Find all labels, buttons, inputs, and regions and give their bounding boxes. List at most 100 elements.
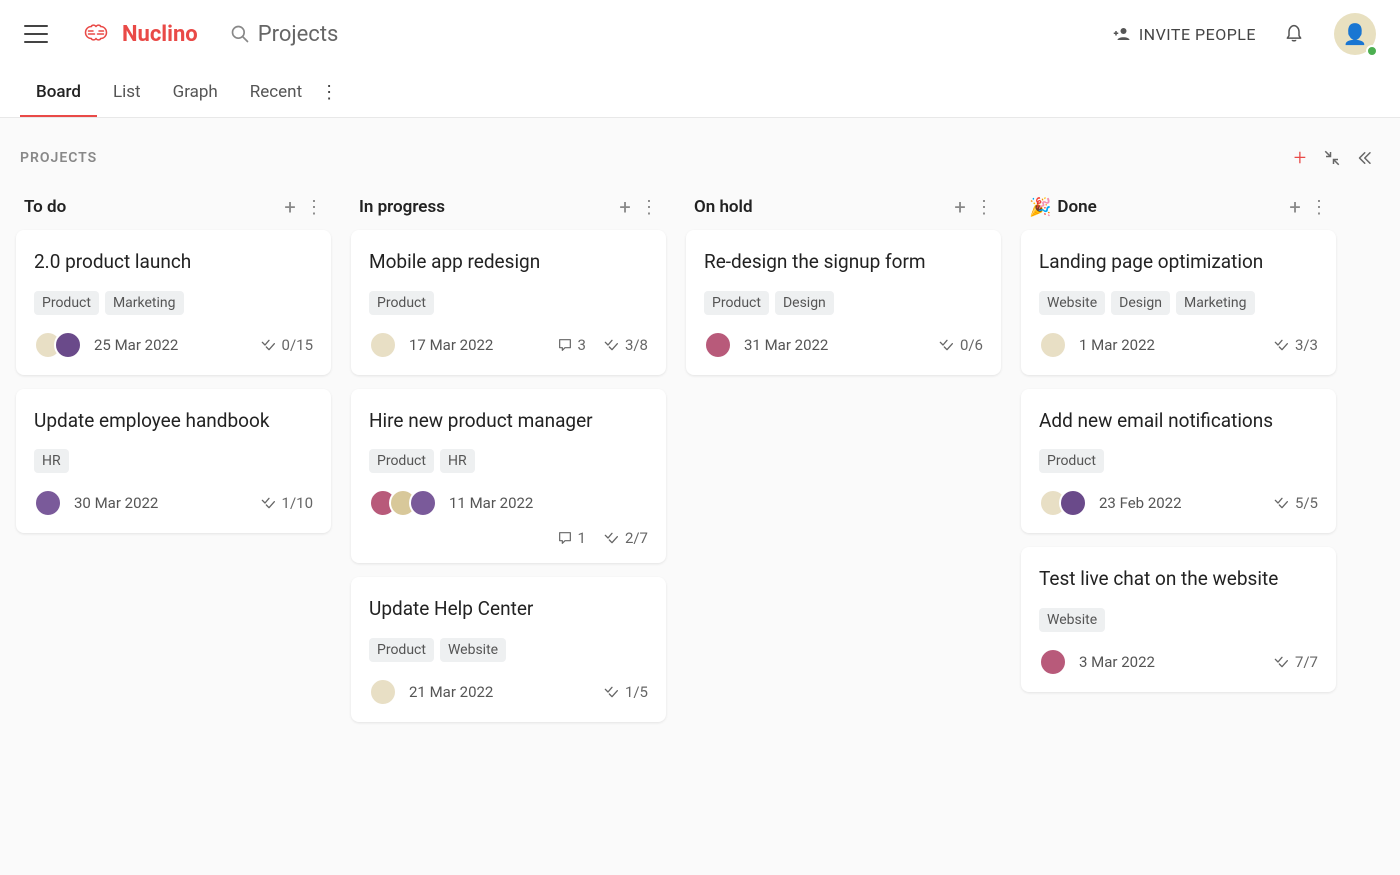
avatar — [369, 331, 397, 359]
column-header: To do+ — [12, 182, 335, 230]
avatar — [369, 678, 397, 706]
card[interactable]: Update Help CenterProductWebsite21 Mar 2… — [351, 577, 666, 722]
column-add-card-button[interactable]: + — [947, 194, 973, 220]
tab-recent[interactable]: Recent — [234, 68, 318, 117]
card-date: 23 Feb 2022 — [1099, 494, 1182, 512]
card[interactable]: Update employee handbook HR 30 Mar 2022 1/1… — [16, 389, 331, 534]
board-topbar: PROJECTS + — [0, 126, 1400, 182]
card-meta: 23 Feb 20225/5 — [1039, 489, 1318, 517]
column-more-icon[interactable] — [638, 194, 660, 220]
tab-board[interactable]: Board — [20, 68, 97, 117]
tag: Website — [1039, 608, 1105, 632]
card-meta: 3 Mar 20227/7 — [1039, 648, 1318, 676]
tag: Design — [775, 291, 834, 315]
column-title: On hold — [694, 197, 753, 217]
avatar — [54, 331, 82, 359]
avatar — [409, 489, 437, 517]
card[interactable]: Test live chat on the website Website 3 Ma… — [1021, 547, 1336, 692]
card[interactable]: 2.0 product launch ProductMarketing 25 Mar… — [16, 230, 331, 375]
card-tags: ProductHR — [369, 449, 648, 473]
card-title: Hire new product manager — [369, 409, 648, 434]
card-meta: 31 Mar 20220/6 — [704, 331, 983, 359]
brain-icon — [84, 22, 114, 46]
column-on-hold: On hold + Re-design the signup form Product… — [676, 182, 1011, 736]
search-box[interactable]: Projects — [230, 22, 339, 47]
avatar — [34, 489, 62, 517]
card-date: 25 Mar 2022 — [94, 336, 178, 354]
add-column-button[interactable]: + — [1284, 142, 1316, 174]
board-title: PROJECTS — [20, 150, 97, 166]
card-meta: 25 Mar 20220/15 — [34, 331, 313, 359]
card-tags: ProductDesign — [704, 291, 983, 315]
tag: Marketing — [1176, 291, 1255, 315]
card-tags: Product — [1039, 449, 1318, 473]
column-header: On hold + — [682, 182, 1005, 230]
view-tabs: BoardListGraphRecent — [0, 68, 1400, 118]
card-avatars — [369, 331, 397, 359]
card-avatars — [34, 331, 82, 359]
card-tags: Website — [1039, 608, 1318, 632]
tag: HR — [440, 449, 475, 473]
card-date: 17 Mar 2022 — [409, 336, 493, 354]
checklist-count: 3/8 — [604, 336, 648, 354]
checklist-count: 3/3 — [1274, 336, 1318, 354]
card-tags: ProductWebsite — [369, 638, 648, 662]
column-header: 🎉Done + — [1017, 182, 1340, 230]
tag: HR — [34, 449, 69, 473]
board-columns: To do+2.0 product launchProductMarketing… — [0, 182, 1400, 736]
tag: Website — [1039, 291, 1105, 315]
card-title: Re-design the signup form — [704, 250, 983, 275]
tag: Marketing — [105, 291, 184, 315]
column-title: In progress — [359, 197, 445, 217]
avatar — [1039, 648, 1067, 676]
column-more-icon[interactable] — [303, 194, 325, 220]
card[interactable]: Landing page optimization WebsiteDesignMa… — [1021, 230, 1336, 375]
comment-count: 1 — [557, 529, 586, 547]
column-add-card-button[interactable]: + — [612, 194, 638, 220]
column-in-progress: In progress+Mobile app redesignProduct17… — [341, 182, 676, 736]
card[interactable]: Hire new product manager ProductHR 11 Mar … — [351, 389, 666, 564]
card-meta: 1 Mar 20223/3 — [1039, 331, 1318, 359]
card-tags: ProductMarketing — [34, 291, 313, 315]
board-area: PROJECTS + To do+ 2.0 product launch Produ… — [0, 118, 1400, 875]
card-title: Test live chat on the website — [1039, 567, 1318, 592]
bell-icon[interactable] — [1284, 24, 1304, 44]
card-title: 2.0 product launch — [34, 250, 313, 275]
card-date: 31 Mar 2022 — [744, 336, 828, 354]
card[interactable]: Add new email notificationsProduct23 Feb… — [1021, 389, 1336, 534]
card-avatars — [704, 331, 732, 359]
avatar — [704, 331, 732, 359]
invite-people-button[interactable]: INVITE PEOPLE — [1113, 25, 1256, 44]
tab-list[interactable]: List — [97, 68, 157, 117]
card-meta: 30 Mar 2022 1/10 — [34, 489, 313, 517]
column-more-icon[interactable] — [1308, 194, 1330, 220]
avatar — [1059, 489, 1087, 517]
column-done: 🎉Done+Landing page optimizationWebsiteDe… — [1011, 182, 1346, 736]
column-to-do: To do+ 2.0 product launch ProductMarketing… — [6, 182, 341, 736]
tag: Product — [34, 291, 99, 315]
card-avatars — [369, 489, 437, 517]
card-date: 11 Mar 2022 — [449, 494, 533, 512]
column-add-card-button[interactable]: + — [1282, 194, 1308, 220]
card[interactable]: Mobile app redesignProduct17 Mar 202233/… — [351, 230, 666, 375]
column-add-card-button[interactable]: + — [277, 194, 303, 220]
brand-logo[interactable]: Nuclino — [84, 22, 198, 47]
brand-name: Nuclino — [122, 22, 198, 47]
card-title: Update employee handbook — [34, 409, 313, 434]
card-date: 3 Mar 2022 — [1079, 653, 1155, 671]
tab-graph[interactable]: Graph — [157, 68, 234, 117]
column-title: 🎉Done — [1029, 197, 1097, 218]
collapse-icon[interactable] — [1316, 142, 1348, 174]
user-avatar[interactable]: 👤 — [1334, 13, 1376, 55]
card[interactable]: Re-design the signup form ProductDesign 31… — [686, 230, 1001, 375]
card-tags: Product — [369, 291, 648, 315]
checklist-count: 1/10 — [261, 494, 313, 512]
hamburger-menu-icon[interactable] — [24, 25, 48, 43]
collapse-panel-icon[interactable] — [1348, 142, 1380, 174]
card-title: Landing page optimization — [1039, 250, 1318, 275]
column-more-icon[interactable] — [973, 194, 995, 220]
card-date: 30 Mar 2022 — [74, 494, 158, 512]
tag: Design — [1111, 291, 1170, 315]
tab-more-icon[interactable] — [318, 82, 340, 103]
tag: Product — [369, 638, 434, 662]
